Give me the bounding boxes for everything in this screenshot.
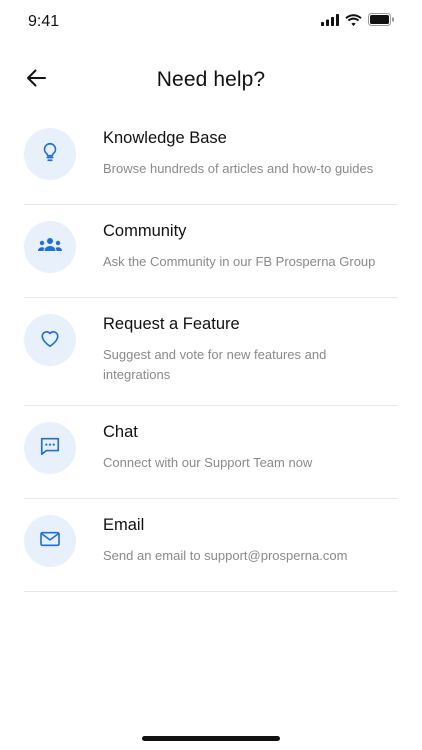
option-title: Request a Feature: [103, 315, 240, 333]
home-indicator: [142, 736, 280, 741]
option-description: Suggest and vote for new features and in…: [103, 347, 327, 382]
option-title: Chat: [103, 423, 138, 441]
icon-circle: [24, 515, 76, 567]
help-options-list: Knowledge Base Browse hundreds of articl…: [24, 112, 398, 592]
icon-circle: [24, 314, 76, 366]
help-option-knowledge-base[interactable]: Knowledge Base Browse hundreds of articl…: [24, 112, 398, 205]
help-option-email[interactable]: Email Send an email to support@prosperna…: [24, 499, 398, 592]
envelope-icon: [39, 530, 61, 553]
battery-icon: [368, 13, 395, 31]
help-option-chat[interactable]: Chat Connect with our Support Team now: [24, 406, 398, 499]
option-title: Community: [103, 222, 187, 240]
icon-circle: [24, 221, 76, 273]
option-title: Email: [103, 516, 145, 534]
cellular-signal-icon: [321, 13, 339, 31]
icon-circle: [24, 128, 76, 180]
option-description: Send an email to support@prosperna.com: [103, 548, 348, 563]
status-icons: [321, 13, 395, 31]
header: Need help?: [0, 56, 422, 104]
help-option-request-feature[interactable]: Request a Feature Suggest and vote for n…: [24, 298, 398, 406]
chat-bubble-icon: [39, 435, 61, 462]
help-option-community[interactable]: Community Ask the Community in our FB Pr…: [24, 205, 398, 298]
group-icon: [37, 236, 63, 259]
page-title: Need help?: [156, 68, 266, 91]
option-title: Knowledge Base: [103, 129, 227, 147]
lightbulb-icon: [39, 141, 61, 168]
status-bar: 9:41: [0, 0, 422, 44]
option-description: Ask the Community in our FB Prosperna Gr…: [103, 254, 376, 269]
option-description: Browse hundreds of articles and how-to g…: [103, 161, 374, 176]
wifi-icon: [345, 13, 362, 31]
option-description: Connect with our Support Team now: [103, 455, 313, 470]
status-time: 9:41: [28, 13, 60, 30]
icon-circle: [24, 422, 76, 474]
heart-icon: [39, 328, 61, 353]
